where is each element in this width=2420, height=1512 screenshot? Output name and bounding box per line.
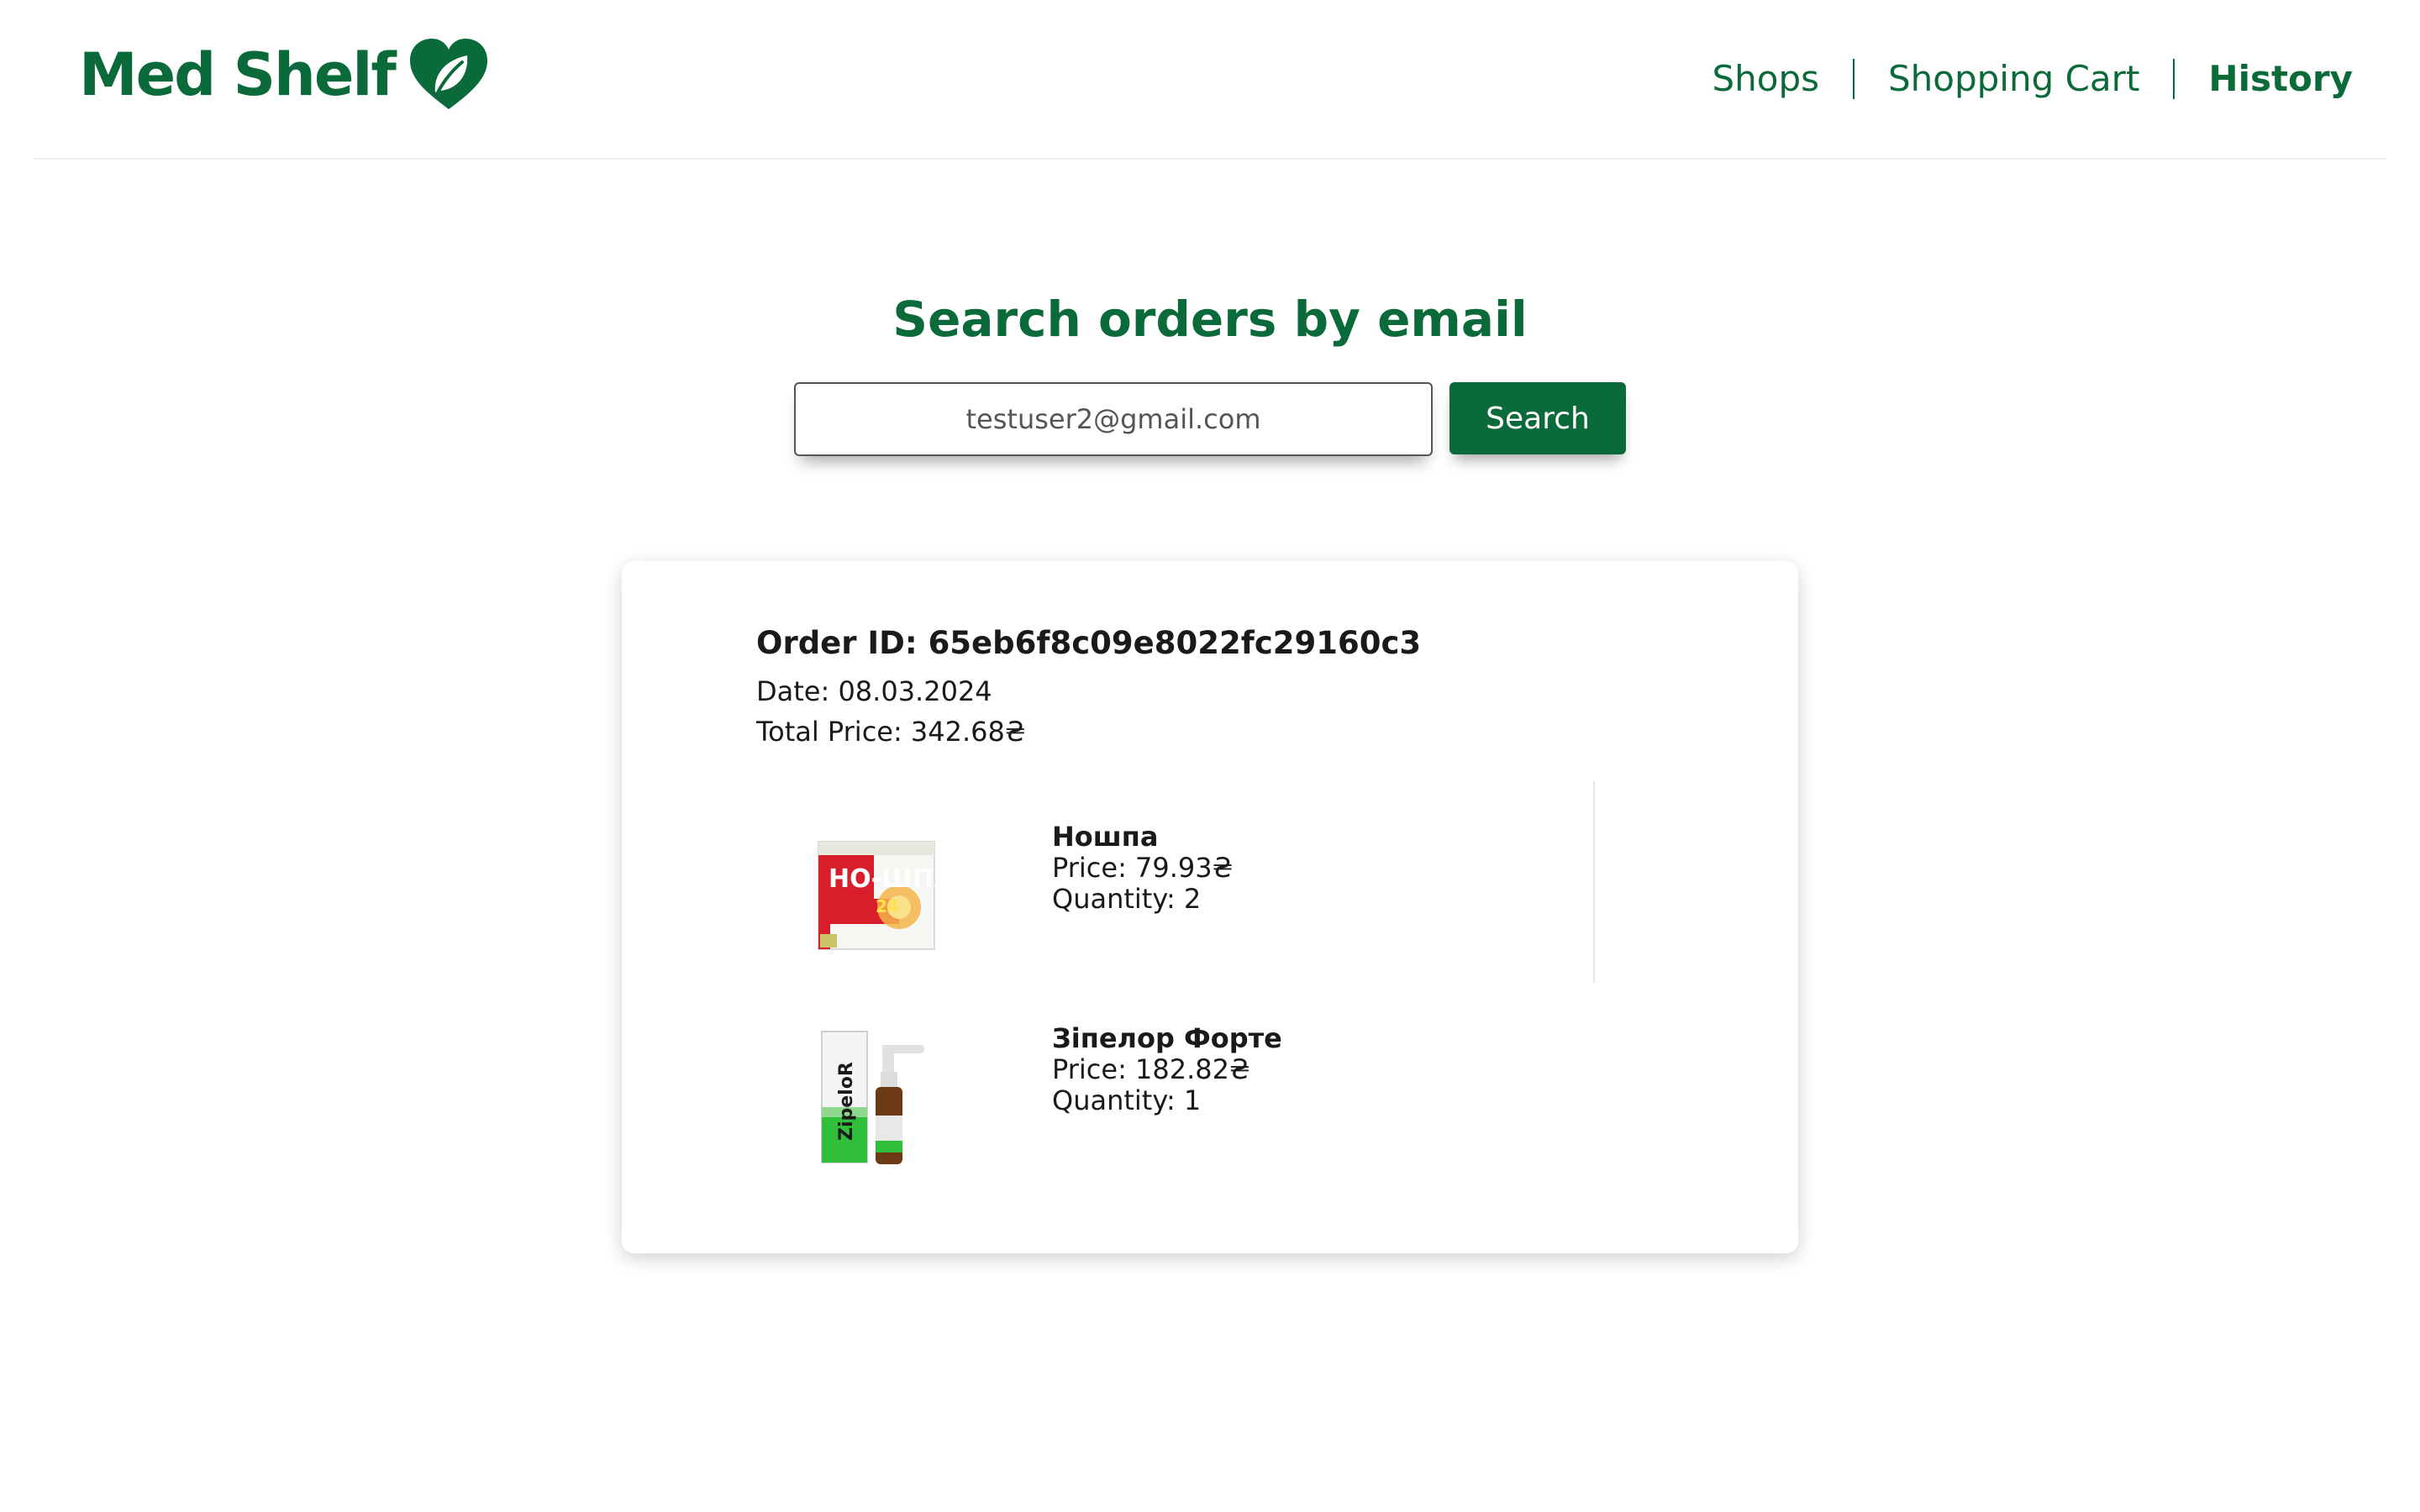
item-price: Price: 182.82₴ <box>1052 1053 1250 1085</box>
order-date: Date: 08.03.2024 <box>756 675 992 707</box>
order-id: Order ID: 65eb6f8c09e8022fc29160c3 <box>756 625 1422 661</box>
order-item: НО-ШПА 24 Ношпа Price: 79.93₴ Quantity: … <box>815 822 1571 973</box>
search-button[interactable]: Search <box>1449 382 1626 454</box>
product-image-noshpa: НО-ШПА 24 <box>818 841 941 950</box>
item-price: Price: 79.93₴ <box>1052 852 1234 884</box>
logo[interactable]: Med Shelf <box>79 37 491 113</box>
product-image-label: НО-ШПА <box>829 864 941 894</box>
nav-divider <box>1853 59 1855 99</box>
item-info: Зіпелор Форте Price: 182.82₴ Quantity: 1 <box>1052 1023 1282 1116</box>
nav-link-shopping-cart[interactable]: Shopping Cart <box>1888 61 2139 97</box>
nav-divider <box>2173 59 2175 99</box>
logo-text: Med Shelf <box>79 40 397 109</box>
heart-leaf-icon <box>409 39 487 109</box>
nav-link-history[interactable]: History <box>2208 61 2353 97</box>
search-title: Search orders by email <box>892 291 1528 348</box>
product-image-zipelor: ZipeloR <box>821 1031 924 1164</box>
order-card: Order ID: 65eb6f8c09e8022fc29160c3 Date:… <box>622 561 1798 1253</box>
product-image-badge: 24 <box>876 896 899 916</box>
email-search-input[interactable] <box>794 382 1433 456</box>
item-quantity: Quantity: 1 <box>1052 1084 1202 1116</box>
main-nav: Shops Shopping Cart History <box>1712 52 2353 106</box>
nav-link-shops[interactable]: Shops <box>1712 61 1819 97</box>
item-info: Ношпа Price: 79.93₴ Quantity: 2 <box>1052 822 1233 915</box>
item-name: Зіпелор Форте <box>1052 1022 1282 1054</box>
scroll-divider <box>1593 781 1595 983</box>
item-quantity: Quantity: 2 <box>1052 883 1202 915</box>
order-total-price: Total Price: 342.68₴ <box>756 716 1026 748</box>
order-item: ZipeloR Зіпелор Форте Price: 182.82₴ Qua… <box>815 1023 1571 1174</box>
product-image-label: ZipeloR <box>836 1062 857 1141</box>
app-header: Med Shelf Shops Shopping Cart History <box>34 0 2386 160</box>
item-name: Ношпа <box>1052 821 1159 853</box>
